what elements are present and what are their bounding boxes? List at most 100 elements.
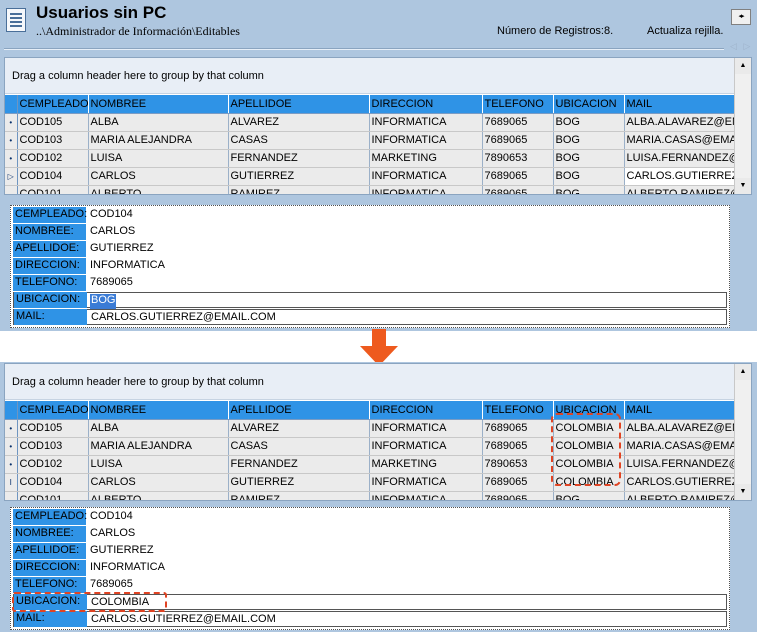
grid-cell-direccion[interactable]: MARKETING bbox=[369, 149, 483, 168]
grid-cell-telefono[interactable]: 7689065 bbox=[482, 491, 554, 500]
grid-cell-telefono[interactable]: 7689065 bbox=[482, 419, 554, 438]
scroll-up-icon[interactable]: ▲ bbox=[735, 364, 751, 380]
grid-cell-mail[interactable]: CARLOS.GUTIERREZ bbox=[624, 473, 737, 492]
grid-cell-ubicacion[interactable]: BOG bbox=[553, 149, 625, 168]
table-row[interactable]: • COD105 ALBA ALVAREZ INFORMATICA 7689065 BOG A… bbox=[5, 113, 737, 132]
grid-cell-direccion[interactable]: INFORMATICA bbox=[369, 167, 483, 186]
grid-cell-direccion[interactable]: INFORMATICA bbox=[369, 131, 483, 150]
grid-cell-telefono[interactable]: 7689065 bbox=[482, 167, 554, 186]
grid-cell-cempleado[interactable]: COD102 bbox=[17, 149, 89, 168]
row-indicator-icon[interactable]: • bbox=[5, 455, 18, 474]
row-indicator-icon[interactable] bbox=[5, 185, 18, 194]
grid-cell-direccion[interactable]: INFORMATICA bbox=[369, 491, 483, 500]
column-header-ubicacion[interactable]: UBICACION bbox=[553, 95, 625, 114]
field-value-nombree[interactable]: CARLOS bbox=[89, 527, 136, 542]
field-value-mail[interactable]: CARLOS.GUTIERREZ@EMAIL.COM bbox=[90, 311, 277, 326]
column-header-direccion[interactable]: DIRECCION bbox=[369, 95, 483, 114]
field-value-apellidoe[interactable]: GUTIERREZ bbox=[89, 242, 155, 257]
table-row[interactable]: • COD103 MARIA ALEJANDRA CASAS INFORMATICA 76… bbox=[5, 437, 737, 456]
grid-cell-cempleado[interactable]: COD101 bbox=[17, 185, 89, 194]
column-header-cempleado[interactable]: CEMPLEADO bbox=[17, 95, 89, 114]
grid-cell-cempleado[interactable]: COD101 bbox=[17, 491, 89, 500]
grid-cell-telefono[interactable]: 7689065 bbox=[482, 473, 554, 492]
grid-cell-nombree[interactable]: ALBA bbox=[88, 113, 229, 132]
grid-cell-direccion[interactable]: MARKETING bbox=[369, 455, 483, 474]
grid-cell-cempleado[interactable]: COD104 bbox=[17, 167, 89, 186]
column-header-direccion[interactable]: DIRECCION bbox=[369, 401, 483, 420]
grid-cell-mail[interactable]: MARIA.CASAS@EMAI bbox=[624, 131, 737, 150]
table-row[interactable]: COD101 ALBERTO RAMIREZ INFORMATICA 7689065 BO… bbox=[5, 491, 737, 500]
table-row[interactable]: COD101 ALBERTO RAMIREZ INFORMATICA 7689065 BO… bbox=[5, 185, 737, 194]
grid-cell-nombree[interactable]: MARIA ALEJANDRA bbox=[88, 131, 229, 150]
grid-cell-cempleado[interactable]: COD103 bbox=[17, 131, 89, 150]
grid-cell-apellidoe[interactable]: RAMIREZ bbox=[228, 185, 370, 194]
row-indicator-icon[interactable]: • bbox=[5, 149, 18, 168]
grid-cell-mail[interactable]: MARIA.CASAS@EMAI bbox=[624, 437, 737, 456]
table-row[interactable]: • COD103 MARIA ALEJANDRA CASAS INFORMATICA 76… bbox=[5, 131, 737, 150]
table-row[interactable]: • COD105 ALBA ALVAREZ INFORMATICA 7689065 COLO… bbox=[5, 419, 737, 438]
grid-cell-ubicacion[interactable]: BOG bbox=[553, 185, 625, 194]
grid-cell-nombree[interactable]: LUISA bbox=[88, 149, 229, 168]
table-row[interactable]: ▷ COD104 CARLOS GUTIERREZ INFORMATICA 7689065… bbox=[5, 167, 737, 186]
grid-cell-nombree[interactable]: MARIA ALEJANDRA bbox=[88, 437, 229, 456]
scroll-down-icon[interactable]: ▼ bbox=[735, 178, 751, 194]
row-indicator-icon[interactable]: • bbox=[5, 419, 18, 438]
scroll-down-icon[interactable]: ▼ bbox=[735, 484, 751, 500]
field-value-apellidoe[interactable]: GUTIERREZ bbox=[89, 544, 155, 559]
grid-cell-telefono[interactable]: 7890653 bbox=[482, 455, 554, 474]
grid-cell-telefono[interactable]: 7890653 bbox=[482, 149, 554, 168]
grid-cell-mail[interactable]: CARLOS.GUTIERREZ bbox=[624, 167, 737, 186]
scroll-up-icon[interactable]: ▲ bbox=[735, 58, 751, 74]
grid-cell-cempleado[interactable]: COD105 bbox=[17, 419, 89, 438]
grid-cell-ubicacion[interactable]: BOG bbox=[553, 491, 625, 500]
group-by-area[interactable]: Drag a column header here to group by th… bbox=[5, 364, 735, 400]
column-header-nombree[interactable]: NOMBREE bbox=[88, 401, 229, 420]
grid-cell-direccion[interactable]: INFORMATICA bbox=[369, 473, 483, 492]
grid-cell-nombree[interactable]: ALBERTO bbox=[88, 185, 229, 194]
grid-cell-nombree[interactable]: ALBA bbox=[88, 419, 229, 438]
grid-cell-mail[interactable]: ALBERTO.RAMIREZ@ bbox=[624, 185, 737, 194]
field-value-direccion[interactable]: INFORMATICA bbox=[89, 259, 166, 274]
grid-cell-apellidoe[interactable]: ALVAREZ bbox=[228, 419, 370, 438]
row-indicator-icon[interactable]: • bbox=[5, 131, 18, 150]
grid-cell-ubicacion[interactable]: BOG bbox=[553, 113, 625, 132]
field-value-nombree[interactable]: CARLOS bbox=[89, 225, 136, 240]
grid-cell-direccion[interactable]: INFORMATICA bbox=[369, 419, 483, 438]
table-row[interactable]: • COD102 LUISA FERNANDEZ MARKETING 7890653 COL… bbox=[5, 455, 737, 474]
grid-cell-nombree[interactable]: ALBERTO bbox=[88, 491, 229, 500]
grid-cell-cempleado[interactable]: COD104 bbox=[17, 473, 89, 492]
grid-cell-apellidoe[interactable]: FERNANDEZ bbox=[228, 149, 370, 168]
grid-cell-cempleado[interactable]: COD103 bbox=[17, 437, 89, 456]
column-header-nombree[interactable]: NOMBREE bbox=[88, 95, 229, 114]
field-value-ubicacion[interactable]: BOG bbox=[90, 294, 117, 309]
vertical-scrollbar[interactable]: ▲ ▼ bbox=[734, 364, 751, 500]
grid-cell-direccion[interactable]: INFORMATICA bbox=[369, 113, 483, 132]
grid-cell-direccion[interactable]: INFORMATICA bbox=[369, 437, 483, 456]
grid-cell-nombree[interactable]: LUISA bbox=[88, 455, 229, 474]
row-indicator-icon[interactable] bbox=[5, 491, 18, 500]
grid-cell-telefono[interactable]: 7689065 bbox=[482, 185, 554, 194]
grid-cell-cempleado[interactable]: COD102 bbox=[17, 455, 89, 474]
grid-cell-mail[interactable]: ALBA.ALAVAREZ@EM bbox=[624, 419, 737, 438]
grid-cell-nombree[interactable]: CARLOS bbox=[88, 473, 229, 492]
column-header-apellidoe[interactable]: APELLIDOE bbox=[228, 401, 370, 420]
column-header-mail[interactable]: MAIL bbox=[624, 401, 737, 420]
field-value-cempleado[interactable]: COD104 bbox=[89, 208, 134, 223]
grid-cell-telefono[interactable]: 7689065 bbox=[482, 113, 554, 132]
table-row[interactable]: I COD104 CARLOS GUTIERREZ INFORMATICA 7689065… bbox=[5, 473, 737, 492]
grid-cell-telefono[interactable]: 7689065 bbox=[482, 437, 554, 456]
grid-cell-direccion[interactable]: INFORMATICA bbox=[369, 185, 483, 194]
grid-cell-telefono[interactable]: 7689065 bbox=[482, 131, 554, 150]
grid-cell-apellidoe[interactable]: FERNANDEZ bbox=[228, 455, 370, 474]
grid-cell-apellidoe[interactable]: GUTIERREZ bbox=[228, 473, 370, 492]
grid-cell-mail[interactable]: ALBA.ALAVAREZ@EM bbox=[624, 113, 737, 132]
grid-cell-mail[interactable]: ALBERTO.RAMIREZ@ bbox=[624, 491, 737, 500]
field-value-direccion[interactable]: INFORMATICA bbox=[89, 561, 166, 576]
vertical-scrollbar[interactable]: ▲ ▼ bbox=[734, 58, 751, 194]
row-indicator-icon[interactable]: • bbox=[5, 437, 18, 456]
horizontal-nav-arrows-icon[interactable]: ◁ ▷ bbox=[730, 41, 752, 52]
column-header-telefono[interactable]: TELEFONO bbox=[482, 95, 554, 114]
grid-cell-nombree[interactable]: CARLOS bbox=[88, 167, 229, 186]
column-header-mail[interactable]: MAIL bbox=[624, 95, 737, 114]
grid-cell-apellidoe[interactable]: CASAS bbox=[228, 437, 370, 456]
